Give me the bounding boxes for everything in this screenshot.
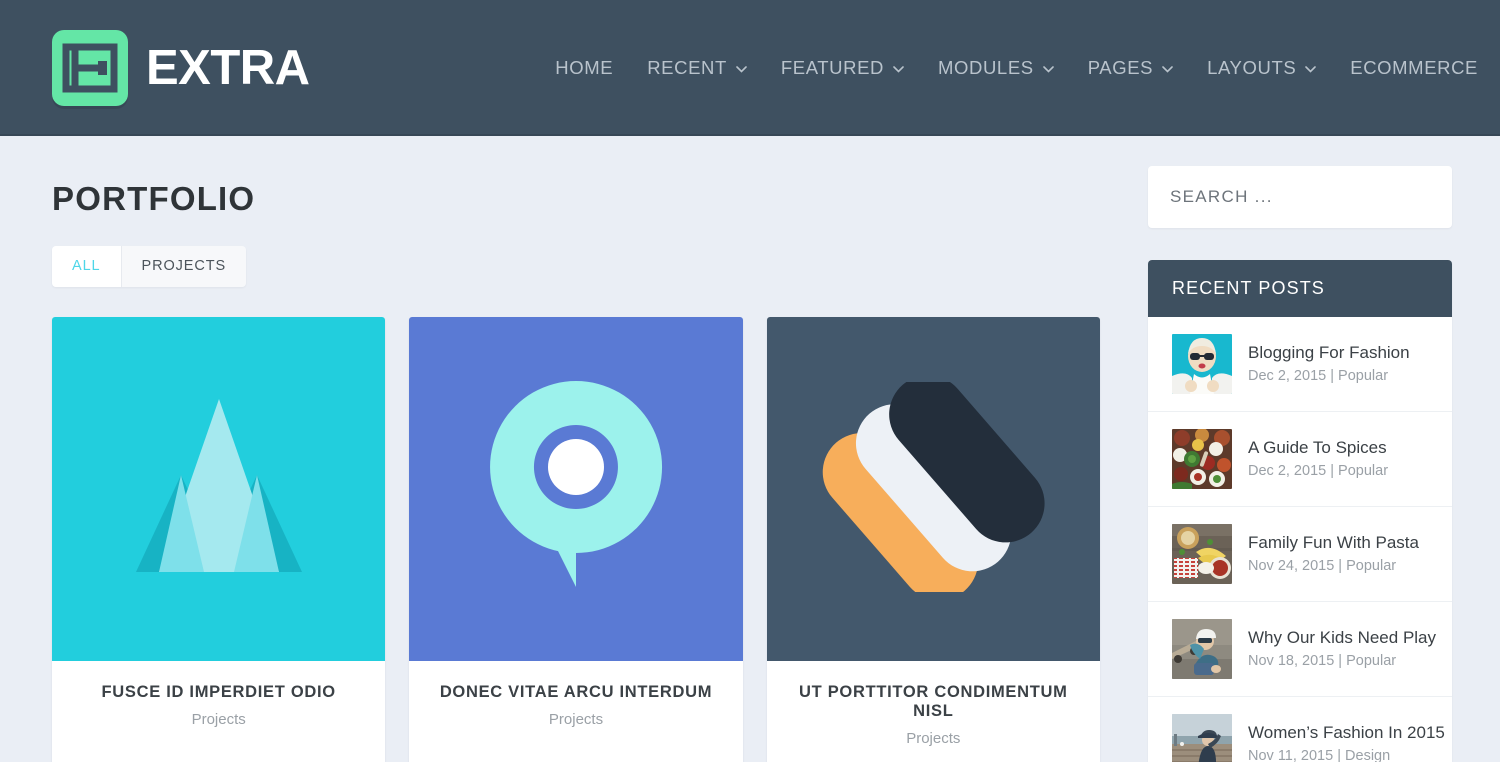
card-body: DONEC VITAE ARCU INTERDUM Projects <box>409 661 742 754</box>
post-title: Why Our Kids Need Play <box>1248 627 1437 647</box>
filter-tab-projects[interactable]: PROJECTS <box>121 246 247 287</box>
card-body: UT PORTTITOR CONDIMENTUM NISL Projects <box>767 661 1100 762</box>
post-title: Women’s Fashion In 2015 <box>1248 722 1445 742</box>
post-date: Nov 24, 2015 <box>1248 558 1335 574</box>
post-category: Popular <box>1346 558 1397 574</box>
post-meta: Dec 2, 2015 | Popular <box>1248 368 1410 385</box>
nav-item-label: RECENT <box>647 57 727 78</box>
post-category: Popular <box>1338 368 1389 384</box>
filter-tab-all[interactable]: ALL <box>52 246 122 287</box>
nav-item-label: MODULES <box>938 57 1034 78</box>
portfolio-filter-tabs: ALL PROJECTS <box>52 246 247 287</box>
nav-item-home[interactable]: HOME <box>538 57 630 79</box>
page-title: PORTFOLIO <box>52 180 256 217</box>
card-title: FUSCE ID IMPERDIET ODIO <box>101 683 336 701</box>
post-meta: Nov 11, 2015 | Design <box>1248 748 1428 762</box>
search-input[interactable] <box>1170 187 1430 207</box>
woman-dock-thumb <box>1172 714 1232 762</box>
post-meta-separator: | <box>1338 653 1343 669</box>
portfolio-card[interactable]: DONEC VITAE ARCU INTERDUM Projects <box>409 317 743 762</box>
post-title: Family Fun With Pasta <box>1248 532 1419 552</box>
card-category: Projects <box>548 711 604 728</box>
post-meta: Dec 2, 2015 | Popular <box>1248 463 1388 480</box>
list-item-text: A Guide To Spices Dec 2, 2015 | Popular <box>1248 438 1388 481</box>
card-media[interactable] <box>52 317 386 661</box>
recent-posts-widget: RECENT POSTS Blogging For Fashion Dec 2,… <box>1148 260 1452 762</box>
chevron-down-icon <box>1305 65 1317 73</box>
card-media[interactable] <box>409 317 743 661</box>
chevron-down-icon <box>1162 65 1173 73</box>
card-title: UT PORTTITOR CONDIMENTUM NISL <box>799 683 1068 720</box>
post-title: Blogging For Fashion <box>1248 342 1410 362</box>
portfolio-card[interactable]: FUSCE ID IMPERDIET ODIO Projects <box>52 317 386 762</box>
nav-item-pages[interactable]: PAGES <box>1071 57 1190 79</box>
nav-item-ecommerce[interactable]: ECOMMERCE <box>1333 57 1500 79</box>
card-title: DONEC VITAE ARCU INTERDUM <box>439 683 713 701</box>
post-meta-separator: | <box>1338 558 1343 574</box>
list-item-text: Women’s Fashion In 2015 Nov 11, 2015 | D… <box>1248 722 1445 762</box>
post-category: Popular <box>1338 463 1389 479</box>
list-item-text: Blogging For Fashion Dec 2, 2015 | Popul… <box>1248 343 1410 386</box>
card-body: FUSCE ID IMPERDIET ODIO Projects <box>52 661 385 754</box>
list-item[interactable]: Why Our Kids Need Play Nov 18, 2015 | Po… <box>1148 602 1452 697</box>
nav-item-modules[interactable]: MODULES <box>921 57 1071 79</box>
extra-logo-icon <box>52 30 128 106</box>
post-meta-separator: | <box>1330 463 1335 479</box>
location-pin-icon <box>476 377 676 602</box>
main-content: PORTFOLIO ALL PROJECTS FUSCE ID IMPERDIE… <box>52 136 1100 762</box>
post-date: Nov 11, 2015 <box>1248 748 1334 762</box>
list-item-text: Why Our Kids Need Play Nov 18, 2015 | Po… <box>1248 627 1437 671</box>
card-category: Projects <box>191 711 246 728</box>
post-date: Dec 2, 2015 <box>1248 463 1327 479</box>
post-category: Popular <box>1346 653 1397 669</box>
nav-item-label: ECOMMERCE <box>1350 57 1478 78</box>
portfolio-card[interactable]: UT PORTTITOR CONDIMENTUM NISL Projects <box>766 317 1100 762</box>
list-item-text: Family Fun With Pasta Nov 24, 2015 | Pop… <box>1248 533 1419 576</box>
post-category: Design <box>1345 748 1391 762</box>
nav-item-label: HOME <box>555 57 614 78</box>
main-navigation: HOME RECENT FEATURED MODULES PAGES LAYOU… <box>538 57 1500 79</box>
spices-bowls-thumb <box>1172 429 1232 489</box>
recent-posts-heading: RECENT POSTS <box>1148 260 1452 317</box>
nav-item-layouts[interactable]: LAYOUTS <box>1190 57 1333 79</box>
brand-logo-link[interactable]: EXTRA <box>52 30 310 106</box>
post-meta-separator: | <box>1330 368 1335 384</box>
nav-item-recent[interactable]: RECENT <box>630 57 764 79</box>
portfolio-grid: FUSCE ID IMPERDIET ODIO Projects DONEC V… <box>52 317 1100 762</box>
sidebar: RECENT POSTS <box>1100 136 1452 762</box>
nav-item-label: LAYOUTS <box>1207 57 1297 78</box>
fashion-woman-sunglasses-thumb <box>1172 334 1232 394</box>
nav-item-label: FEATURED <box>780 57 885 78</box>
card-media[interactable] <box>766 317 1100 661</box>
post-date: Dec 2, 2015 <box>1248 368 1327 384</box>
site-header: EXTRA HOME RECENT FEATURED MODULES PAGES <box>0 0 1500 136</box>
list-item[interactable]: A Guide To Spices Dec 2, 2015 | Popular <box>1148 412 1452 507</box>
post-meta: Nov 24, 2015 | Popular <box>1248 558 1419 575</box>
search-box[interactable] <box>1148 166 1452 228</box>
pasta-table-thumb <box>1172 524 1232 584</box>
mountains-icon <box>74 387 364 592</box>
post-date: Nov 18, 2015 <box>1248 653 1335 669</box>
list-item[interactable]: Blogging For Fashion Dec 2, 2015 | Popul… <box>1148 317 1452 412</box>
nav-item-label: PAGES <box>1087 57 1154 78</box>
nav-item-featured[interactable]: FEATURED <box>764 57 921 79</box>
post-meta: Nov 18, 2015 | Popular <box>1248 653 1428 670</box>
card-category: Projects <box>906 730 961 747</box>
chevron-down-icon <box>736 65 747 73</box>
post-title: A Guide To Spices <box>1248 437 1387 457</box>
page-wrapper: PORTFOLIO ALL PROJECTS FUSCE ID IMPERDIE… <box>0 136 1500 762</box>
list-item[interactable]: Family Fun With Pasta Nov 24, 2015 | Pop… <box>1148 507 1452 602</box>
chevron-down-icon <box>893 65 904 73</box>
kid-skateboard-thumb <box>1172 619 1232 679</box>
slanted-bars-icon <box>808 374 1058 600</box>
brand-name: EXTRA <box>146 40 310 95</box>
chevron-down-icon <box>1042 65 1054 73</box>
post-meta-separator: | <box>1337 748 1341 762</box>
list-item[interactable]: Women’s Fashion In 2015 Nov 11, 2015 | D… <box>1148 697 1452 762</box>
